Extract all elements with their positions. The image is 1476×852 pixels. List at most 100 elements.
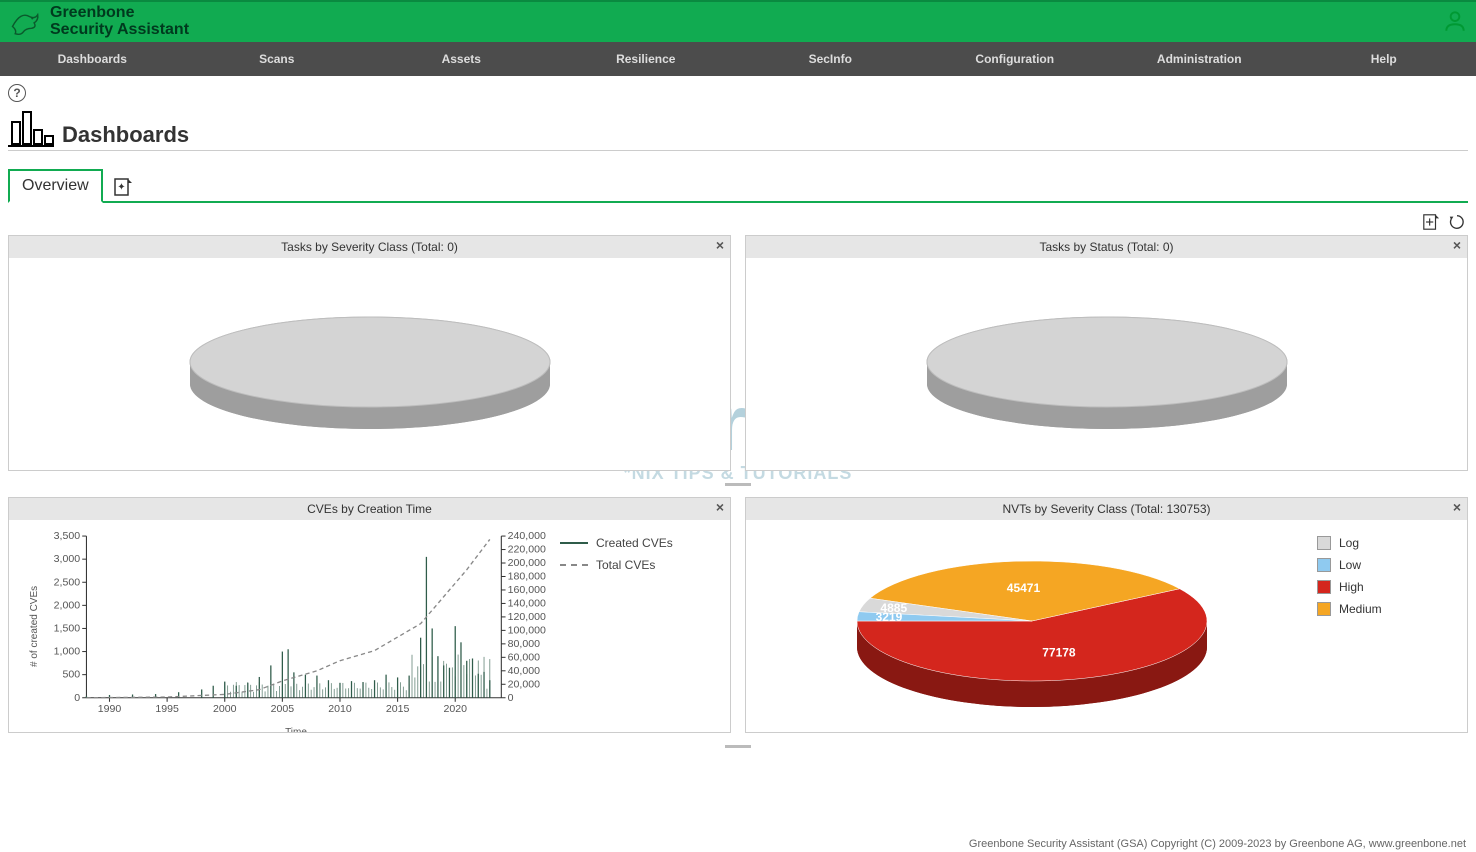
svg-text:140,000: 140,000 xyxy=(508,599,546,610)
dashboards-icon xyxy=(8,108,54,148)
svg-text:2010: 2010 xyxy=(328,704,352,715)
nav-secinfo[interactable]: SecInfo xyxy=(738,42,923,76)
chart-legend: Created CVEs Total CVEs xyxy=(550,530,720,722)
panel-cves-by-creation-time: CVEs by Creation Time × # of created CVE… xyxy=(8,497,731,733)
legend-swatch xyxy=(1317,558,1331,572)
dashboard-tabs: Overview ✦ xyxy=(8,169,1468,203)
legend-label: Created CVEs xyxy=(596,536,673,550)
empty-pie-placeholder xyxy=(180,284,560,444)
svg-text:45471: 45471 xyxy=(1006,581,1040,595)
nav-dashboards[interactable]: Dashboards xyxy=(0,42,185,76)
legend-item[interactable]: High xyxy=(1317,580,1453,594)
svg-text:120,000: 120,000 xyxy=(508,612,546,623)
page-title-row: Dashboards xyxy=(8,108,1468,151)
svg-text:3,500: 3,500 xyxy=(54,531,81,542)
panel-close-button[interactable]: × xyxy=(1453,238,1461,252)
svg-text:60,000: 60,000 xyxy=(508,653,541,664)
nvts-pie-chart[interactable]: 771784547148853219 xyxy=(832,526,1232,726)
main-nav: Dashboards Scans Assets Resilience SecIn… xyxy=(0,42,1476,76)
panel-title: Tasks by Severity Class (Total: 0) xyxy=(9,240,730,254)
panel-title: Tasks by Status (Total: 0) xyxy=(746,240,1467,254)
tab-overview[interactable]: Overview xyxy=(8,169,103,203)
brand-line2: Security Assistant xyxy=(50,22,189,39)
chart-legend: Log Low High Medium xyxy=(1307,528,1457,724)
svg-text:220,000: 220,000 xyxy=(508,545,546,556)
svg-text:20,000: 20,000 xyxy=(508,679,541,690)
brand-line1: Greenbone xyxy=(50,5,189,22)
add-display-button[interactable] xyxy=(1422,213,1440,231)
add-dashboard-tab-button[interactable]: ✦ xyxy=(113,177,133,197)
panel-close-button[interactable]: × xyxy=(716,500,724,514)
panel-title: NVTs by Severity Class (Total: 130753) xyxy=(746,502,1467,516)
brand-logo[interactable]: Greenbone Security Assistant xyxy=(8,4,189,40)
nav-resilience[interactable]: Resilience xyxy=(554,42,739,76)
legend-swatch xyxy=(1317,536,1331,550)
svg-text:100,000: 100,000 xyxy=(508,626,546,637)
empty-pie-placeholder xyxy=(917,284,1297,444)
legend-label: Medium xyxy=(1339,602,1382,616)
dashboard-row: Tasks by Severity Class (Total: 0) × xyxy=(8,235,1468,471)
svg-text:500: 500 xyxy=(62,670,80,681)
legend-label: Low xyxy=(1339,558,1361,572)
svg-text:1,000: 1,000 xyxy=(54,647,81,658)
page-help-button[interactable]: ? xyxy=(8,84,26,102)
nav-help[interactable]: Help xyxy=(1292,42,1476,76)
legend-swatch-dashed xyxy=(560,564,588,566)
svg-text:200,000: 200,000 xyxy=(508,558,546,569)
svg-text:0: 0 xyxy=(74,693,80,704)
svg-text:1990: 1990 xyxy=(98,704,122,715)
content-area: ? Dashboards Overview ✦ xyxy=(0,76,1476,832)
svg-text:40,000: 40,000 xyxy=(508,666,541,677)
cves-chart[interactable]: 05001,0001,5002,0002,5003,0003,500020,00… xyxy=(42,530,550,722)
footer: Greenbone Security Assistant (GSA) Copyr… xyxy=(0,832,1476,852)
nav-scans[interactable]: Scans xyxy=(185,42,370,76)
panel-tasks-by-status: Tasks by Status (Total: 0) × xyxy=(745,235,1468,471)
svg-text:1995: 1995 xyxy=(155,704,179,715)
svg-text:160,000: 160,000 xyxy=(508,585,546,596)
nav-configuration[interactable]: Configuration xyxy=(923,42,1108,76)
user-menu-button[interactable] xyxy=(1442,8,1468,37)
svg-text:2000: 2000 xyxy=(213,704,237,715)
svg-text:✦: ✦ xyxy=(117,182,125,193)
svg-text:180,000: 180,000 xyxy=(508,572,546,583)
legend-label: Log xyxy=(1339,536,1359,550)
dashboard-actions xyxy=(8,211,1468,235)
legend-swatch xyxy=(1317,580,1331,594)
top-bar: Greenbone Security Assistant xyxy=(0,0,1476,42)
dashboard-grid: Tasks by Severity Class (Total: 0) × xyxy=(8,235,1468,749)
greenbone-logo-icon xyxy=(8,4,44,40)
panel-tasks-by-severity: Tasks by Severity Class (Total: 0) × xyxy=(8,235,731,471)
row-resize-handle[interactable] xyxy=(8,481,1468,487)
legend-item[interactable]: Log xyxy=(1317,536,1453,550)
svg-text:2,500: 2,500 xyxy=(54,577,81,588)
user-icon xyxy=(1442,8,1468,34)
reset-dashboard-button[interactable] xyxy=(1448,213,1466,231)
svg-text:2,000: 2,000 xyxy=(54,601,81,612)
svg-text:1,500: 1,500 xyxy=(54,624,81,635)
svg-text:77178: 77178 xyxy=(1042,646,1076,660)
svg-text:2005: 2005 xyxy=(271,704,295,715)
legend-item[interactable]: Medium xyxy=(1317,602,1453,616)
nav-assets[interactable]: Assets xyxy=(369,42,554,76)
legend-label: Total CVEs xyxy=(596,558,655,572)
svg-text:240,000: 240,000 xyxy=(508,531,546,542)
panel-title: CVEs by Creation Time xyxy=(9,502,730,516)
chart-xlabel: Time xyxy=(42,727,550,732)
legend-swatch xyxy=(1317,602,1331,616)
svg-text:2015: 2015 xyxy=(386,704,410,715)
page-title: Dashboards xyxy=(62,122,189,148)
nav-administration[interactable]: Administration xyxy=(1107,42,1292,76)
svg-text:3,000: 3,000 xyxy=(54,554,81,565)
footer-text: Greenbone Security Assistant (GSA) Copyr… xyxy=(969,838,1466,850)
legend-item[interactable]: Low xyxy=(1317,558,1453,572)
svg-text:2020: 2020 xyxy=(443,704,467,715)
dashboard-row: CVEs by Creation Time × # of created CVE… xyxy=(8,497,1468,733)
panel-close-button[interactable]: × xyxy=(716,238,724,252)
row-resize-handle[interactable] xyxy=(8,743,1468,749)
legend-label: High xyxy=(1339,580,1364,594)
svg-text:80,000: 80,000 xyxy=(508,639,541,650)
chart-ylabel-left: # of created CVEs xyxy=(27,530,42,722)
panel-nvts-by-severity: NVTs by Severity Class (Total: 130753) ×… xyxy=(745,497,1468,733)
panel-close-button[interactable]: × xyxy=(1453,500,1461,514)
svg-text:3219: 3219 xyxy=(875,610,902,624)
